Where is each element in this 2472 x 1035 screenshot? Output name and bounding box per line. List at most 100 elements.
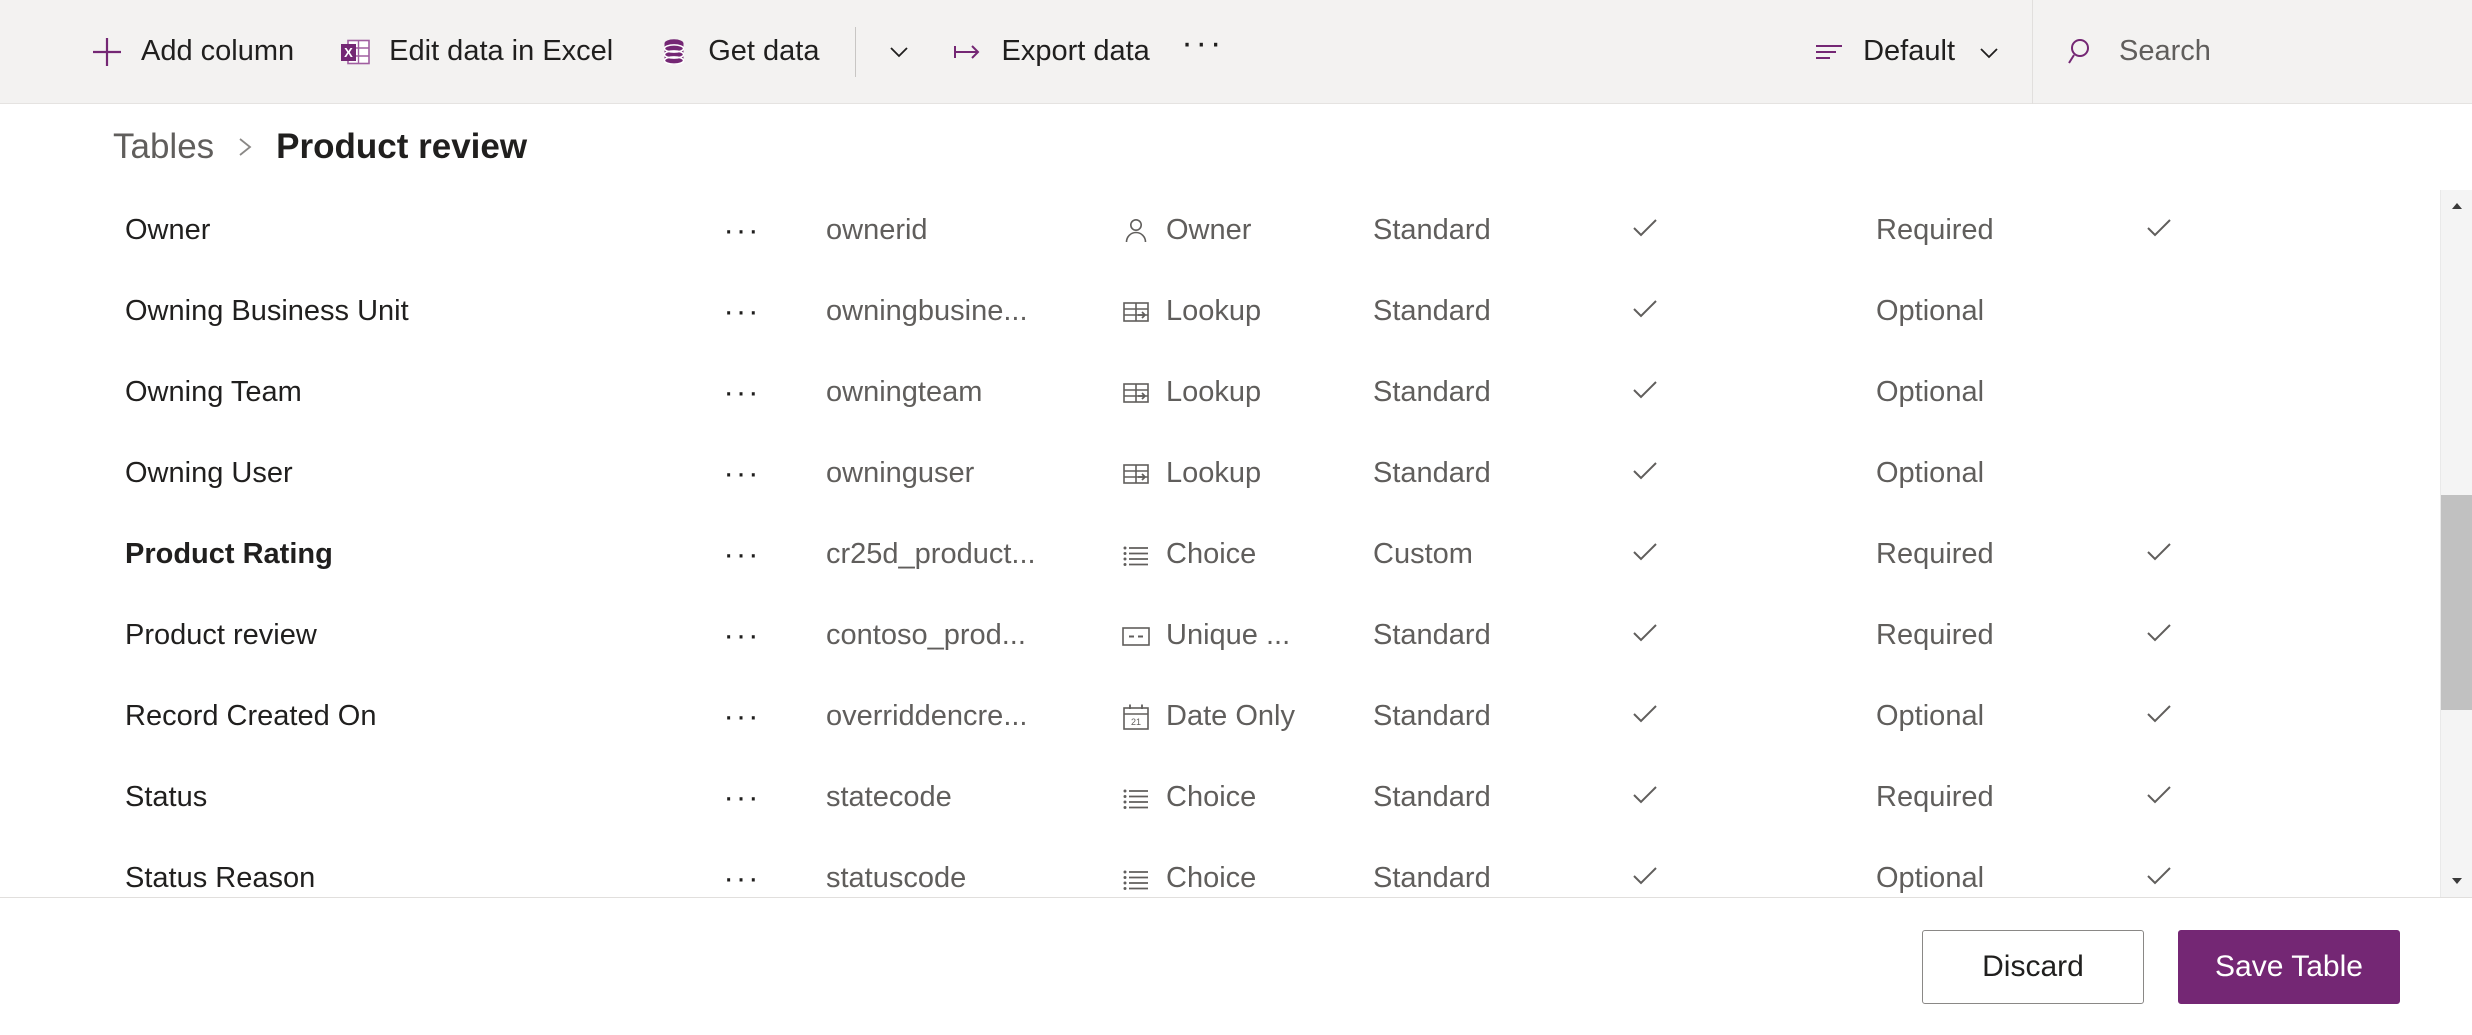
table-row[interactable]: Owner ··· ownerid Owner Standard Required bbox=[0, 190, 2440, 271]
search-input[interactable]: Search bbox=[2032, 0, 2472, 104]
table-row[interactable]: Record Created On ··· overriddencre... 21 Da… bbox=[0, 676, 2440, 757]
save-table-button[interactable]: Save Table bbox=[2178, 929, 2400, 1004]
column-logical-name: owningteam bbox=[826, 376, 983, 408]
choice-icon bbox=[1120, 782, 1152, 814]
database-icon bbox=[657, 35, 691, 69]
lookup-icon bbox=[1120, 458, 1152, 490]
row-more-menu-button[interactable]: ··· bbox=[712, 700, 772, 732]
check-icon bbox=[1628, 454, 1662, 493]
column-requirement: Required bbox=[1876, 214, 1994, 246]
column-logical-name: statuscode bbox=[826, 862, 967, 894]
column-display-name: Product Rating bbox=[125, 538, 333, 570]
edit-data-in-excel-label: Edit data in Excel bbox=[389, 35, 614, 67]
vertical-scrollbar[interactable] bbox=[2440, 190, 2472, 897]
table-columns-page: Add column X Edit data in Excel Get data… bbox=[0, 0, 2472, 1035]
column-requirement: Required bbox=[1876, 538, 1994, 570]
row-more-menu-button[interactable]: ··· bbox=[712, 619, 772, 651]
column-flag-cell bbox=[2142, 859, 2202, 897]
column-customization: Standard bbox=[1373, 295, 1491, 327]
check-icon bbox=[2142, 859, 2176, 897]
column-data-type-label: Lookup bbox=[1166, 457, 1262, 489]
column-searchable-cell bbox=[1628, 535, 1688, 574]
table-row[interactable]: Owning Team ··· owningteam Lookup Standard Op… bbox=[0, 352, 2440, 433]
column-flag-cell bbox=[2142, 535, 2202, 574]
lookup-icon bbox=[1120, 377, 1152, 409]
column-display-name: Owning Business Unit bbox=[125, 295, 409, 327]
add-column-label: Add column bbox=[141, 35, 295, 67]
row-more-menu-button[interactable]: ··· bbox=[712, 376, 772, 408]
column-data-type-label: Date Only bbox=[1166, 700, 1295, 732]
breadcrumb-chevron-right-icon bbox=[232, 132, 258, 162]
check-icon bbox=[2142, 616, 2176, 655]
scrollbar-thumb[interactable] bbox=[2441, 495, 2472, 710]
row-more-menu-button[interactable]: ··· bbox=[712, 862, 772, 894]
check-icon bbox=[1628, 292, 1662, 331]
column-data-type-label: Choice bbox=[1166, 862, 1257, 894]
column-data-type: Lookup bbox=[1120, 457, 1370, 490]
column-data-type-label: Unique ... bbox=[1166, 619, 1291, 651]
table-row[interactable]: Owning User ··· owninguser Lookup Standard Op… bbox=[0, 433, 2440, 514]
export-data-button[interactable]: Export data bbox=[928, 0, 1171, 104]
add-column-button[interactable]: Add column bbox=[68, 0, 316, 104]
row-more-menu-button[interactable]: ··· bbox=[712, 538, 772, 570]
column-display-name: Owning User bbox=[125, 457, 293, 489]
row-more-menu-button[interactable]: ··· bbox=[712, 781, 772, 813]
column-requirement: Optional bbox=[1876, 376, 1985, 408]
columns-grid-body: Owner ··· ownerid Owner Standard Required Owni… bbox=[0, 190, 2440, 897]
column-display-name: Product review bbox=[125, 619, 317, 651]
choice-icon bbox=[1120, 863, 1152, 895]
table-row[interactable]: Owning Business Unit ··· owningbusine... Lo… bbox=[0, 271, 2440, 352]
check-icon bbox=[2142, 211, 2176, 250]
scroll-up-arrow-icon[interactable] bbox=[2441, 190, 2472, 222]
column-customization: Standard bbox=[1373, 619, 1491, 651]
check-icon bbox=[1628, 859, 1662, 897]
column-customization: Custom bbox=[1373, 538, 1473, 570]
get-data-chevron-down-icon[interactable] bbox=[870, 0, 928, 104]
column-data-type-label: Lookup bbox=[1166, 295, 1262, 327]
column-flag-cell bbox=[2142, 778, 2202, 817]
excel-icon: X bbox=[338, 35, 372, 69]
column-logical-name: cr25d_product... bbox=[826, 538, 1036, 570]
edit-data-in-excel-button[interactable]: X Edit data in Excel bbox=[316, 0, 635, 104]
footer-actions: Discard Save Table bbox=[0, 897, 2472, 1035]
column-customization: Standard bbox=[1373, 214, 1491, 246]
scroll-down-arrow-icon[interactable] bbox=[2441, 865, 2472, 897]
column-customization: Standard bbox=[1373, 700, 1491, 732]
breadcrumb-item-tables[interactable]: Tables bbox=[113, 127, 214, 167]
column-logical-name: owninguser bbox=[826, 457, 975, 489]
toolbar-divider bbox=[855, 26, 857, 77]
column-customization: Standard bbox=[1373, 781, 1491, 813]
column-data-type-label: Choice bbox=[1166, 781, 1257, 813]
row-more-menu-button[interactable]: ··· bbox=[712, 457, 772, 489]
column-data-type-label: Choice bbox=[1166, 538, 1257, 570]
check-icon bbox=[1628, 211, 1662, 250]
overflow-menu-button[interactable]: ··· bbox=[1172, 0, 1234, 104]
check-icon bbox=[1628, 535, 1662, 574]
search-placeholder: Search bbox=[2119, 35, 2211, 67]
discard-button[interactable]: Discard bbox=[1922, 929, 2144, 1004]
choice-icon bbox=[1120, 539, 1152, 571]
table-row[interactable]: Status ··· statecode Choice Standard Required bbox=[0, 757, 2440, 838]
check-icon bbox=[1628, 697, 1662, 736]
svg-text:21: 21 bbox=[1131, 717, 1141, 727]
column-display-name: Owning Team bbox=[125, 376, 302, 408]
column-data-type: Choice bbox=[1120, 538, 1370, 571]
row-more-menu-button[interactable]: ··· bbox=[712, 295, 772, 327]
column-searchable-cell bbox=[1628, 859, 1688, 897]
column-data-type: Owner bbox=[1120, 214, 1370, 247]
view-selector-button[interactable]: Default bbox=[1790, 0, 2032, 104]
column-data-type: Lookup bbox=[1120, 295, 1370, 328]
column-requirement: Optional bbox=[1876, 295, 1985, 327]
column-flag-cell bbox=[2142, 616, 2202, 655]
row-more-menu-button[interactable]: ··· bbox=[712, 214, 772, 246]
table-row[interactable]: Product Rating ··· cr25d_product... Choice C… bbox=[0, 514, 2440, 595]
column-flag-cell bbox=[2142, 211, 2202, 250]
view-selector-label: Default bbox=[1863, 35, 1955, 67]
column-searchable-cell bbox=[1628, 778, 1688, 817]
column-customization: Standard bbox=[1373, 457, 1491, 489]
table-row[interactable]: Status Reason ··· statuscode Choice Standard… bbox=[0, 838, 2440, 897]
table-row[interactable]: Product review ··· contoso_prod... Unique .… bbox=[0, 595, 2440, 676]
column-display-name: Owner bbox=[125, 214, 211, 246]
column-logical-name: owningbusine... bbox=[826, 295, 1028, 327]
get-data-button[interactable]: Get data bbox=[635, 0, 841, 104]
